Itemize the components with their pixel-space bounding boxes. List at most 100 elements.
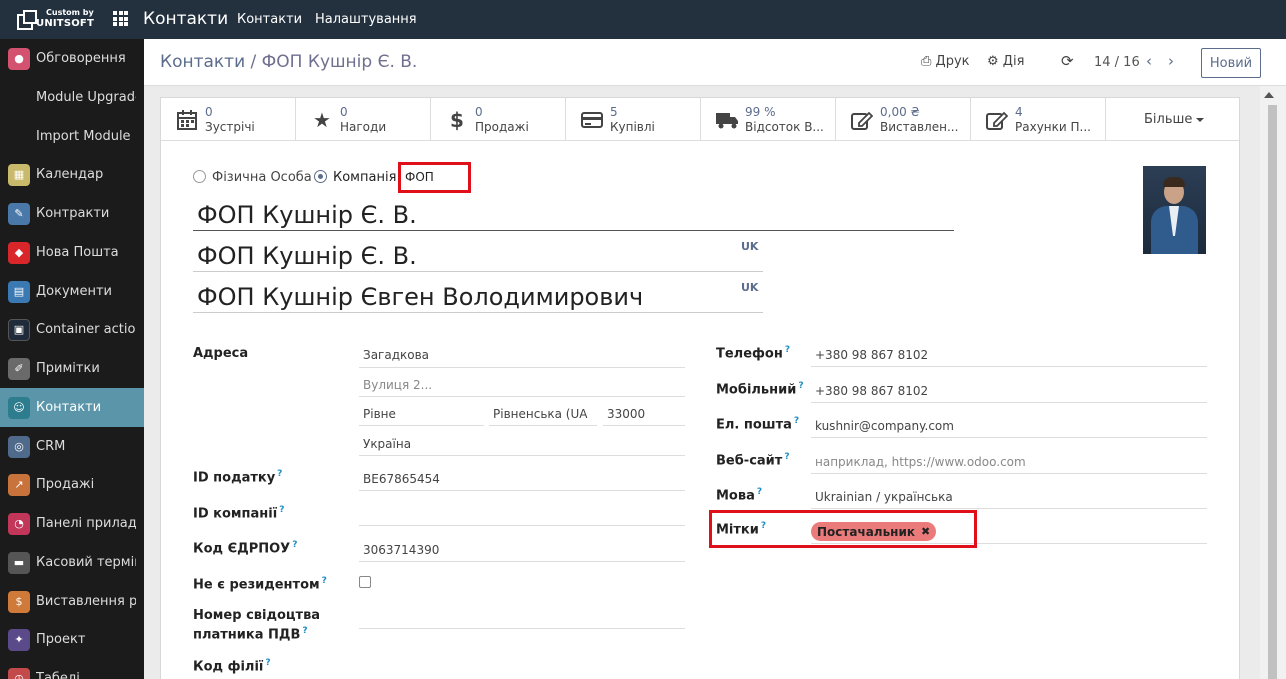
name-field[interactable]: ФОП Кушнір Є. В. xyxy=(197,201,417,229)
email-label-text: Ел. пошта xyxy=(716,417,792,433)
help-icon[interactable]: ? xyxy=(277,469,282,479)
radio-company[interactable] xyxy=(314,170,327,183)
help-icon[interactable]: ? xyxy=(302,626,307,636)
stat-button-purchases[interactable]: 5 Купівлі xyxy=(566,97,701,141)
stat-button-sales[interactable]: $ 0 Продажі xyxy=(431,97,566,141)
sidebar-item-container-actions[interactable]: ▣ Container actions xyxy=(0,310,144,349)
menu-contacts[interactable]: Контакти xyxy=(237,12,302,27)
sidebar-item-label: Проект xyxy=(36,632,86,647)
help-icon[interactable]: ? xyxy=(279,505,284,515)
highlight-box-tags xyxy=(709,510,977,548)
sidebar-item-discuss[interactable]: ● Обговорення xyxy=(0,39,144,78)
help-icon[interactable]: ? xyxy=(265,658,270,668)
sidebar-item-module-upgrade[interactable]: Module Upgrade xyxy=(0,78,144,117)
street-field[interactable]: Загадкова xyxy=(363,348,429,362)
company-id-field[interactable] xyxy=(359,525,685,526)
sidebar-item-notes[interactable]: ✐ Примітки xyxy=(0,349,144,388)
sidebar-item-invoicing[interactable]: $ Виставлення ра... xyxy=(0,582,144,621)
stat-button-invoiced[interactable]: 0,00 ₴ Виставлен... xyxy=(836,97,971,141)
timesheet-icon: ◷ xyxy=(8,667,30,679)
new-button[interactable]: Новий xyxy=(1201,48,1261,78)
nonresident-checkbox[interactable] xyxy=(359,576,371,588)
chevron-right-icon[interactable]: › xyxy=(1168,52,1174,70)
help-icon[interactable]: ? xyxy=(785,345,790,355)
vat-cert-field[interactable] xyxy=(359,628,685,629)
stat-value: 99 % xyxy=(745,105,776,119)
sidebar-item-project[interactable]: ✦ Проект xyxy=(0,620,144,659)
action-button[interactable]: ⚙ Дія xyxy=(987,54,1024,69)
sidebar-item-documents[interactable]: ▤ Документи xyxy=(0,272,144,311)
sidebar-item-nova-poshta[interactable]: ◆ Нова Пошта xyxy=(0,233,144,272)
help-icon[interactable]: ? xyxy=(322,576,327,586)
sidebar-item-label: Контакти xyxy=(36,400,102,415)
full-name-underline xyxy=(193,312,763,313)
stat-button-on-time-rate[interactable]: 99 % Відсоток В... xyxy=(701,97,836,141)
logo-text-top: Custom by xyxy=(46,8,94,17)
help-icon[interactable]: ? xyxy=(784,452,789,462)
zip-field[interactable]: 33000 xyxy=(607,407,645,421)
sidebar-item-calendar[interactable]: ▦ Календар xyxy=(0,155,144,194)
lang-badge-uk[interactable]: UK xyxy=(741,240,758,253)
tax-id-field[interactable]: BE67865454 xyxy=(363,472,440,486)
breadcrumb-root-link[interactable]: Контакти xyxy=(160,52,245,72)
sidebar-item-dashboards[interactable]: ◔ Панелі приладів xyxy=(0,504,144,543)
apps-grid-icon[interactable] xyxy=(113,11,128,26)
stat-value: 5 xyxy=(610,105,618,119)
pager-value[interactable]: 14 / 16 xyxy=(1094,55,1140,70)
stat-value: 0,00 ₴ xyxy=(880,105,920,119)
full-name-field[interactable]: ФОП Кушнір Євген Володимирович xyxy=(197,283,643,311)
stat-button-meetings[interactable]: 0 Зустрічі xyxy=(161,97,296,141)
language-select[interactable]: Ukrainian / українська xyxy=(815,490,953,504)
help-icon[interactable]: ? xyxy=(757,487,762,497)
sidebar-item-label: Контракти xyxy=(36,206,110,221)
sidebar-item-contacts[interactable]: ☺ Контакти xyxy=(0,388,144,427)
edrpou-field[interactable]: 3063714390 xyxy=(363,543,439,557)
sidebar-item-crm[interactable]: ◎ CRM xyxy=(0,427,144,466)
name-uk-underline xyxy=(193,271,763,272)
sidebar-item-label: Панелі приладів xyxy=(36,516,136,531)
vat-cert-label-text: платника ПДВ xyxy=(193,627,301,643)
country-underline xyxy=(359,455,685,456)
website-field[interactable]: наприклад, https://www.odoo.com xyxy=(815,455,1026,469)
mobile-field[interactable]: +380 98 867 8102 xyxy=(815,384,928,398)
help-icon[interactable]: ? xyxy=(798,381,803,391)
name-uk-field[interactable]: ФОП Кушнір Є. В. xyxy=(197,242,417,270)
stat-button-vendor-bills[interactable]: 4 Рахунки П... xyxy=(971,97,1106,141)
country-field[interactable]: Україна xyxy=(363,437,411,451)
unitsoft-logo[interactable]: Custom by UNITSOFT xyxy=(0,0,96,39)
state-field[interactable]: Рівненська (UA xyxy=(493,407,587,421)
scroll-up-arrow-icon[interactable] xyxy=(1264,92,1274,98)
sidebar-item-sales[interactable]: ↗ Продажі xyxy=(0,465,144,504)
help-icon[interactable]: ? xyxy=(794,416,799,426)
stat-more-dropdown[interactable]: Більше xyxy=(1144,112,1205,127)
pencil-square-icon xyxy=(985,109,1009,131)
help-icon[interactable]: ? xyxy=(292,540,297,550)
dollar-icon: $ xyxy=(450,108,464,132)
scrollbar-thumb[interactable] xyxy=(1268,105,1277,679)
radio-individual-label: Фізична Особа xyxy=(212,170,312,185)
reload-icon[interactable]: ⟳ xyxy=(1061,52,1074,70)
sidebar-item-timesheets[interactable]: ◷ Табелі xyxy=(0,659,144,679)
stat-button-opportunities[interactable]: ★ 0 Нагоди xyxy=(296,97,431,141)
sidebar-item-pos[interactable]: ▬ Касовий термін... xyxy=(0,543,144,582)
stat-label: Зустрічі xyxy=(205,120,255,134)
sidebar-item-import-module[interactable]: Import Module xyxy=(0,117,144,156)
print-button[interactable]: ⎙ Друк xyxy=(921,54,970,69)
notes-icon: ✐ xyxy=(8,357,30,380)
sidebar-item-contracts[interactable]: ✎ Контракти xyxy=(0,194,144,233)
branch-code-label-text: Код філії xyxy=(193,659,264,675)
sidebar-item-label: Продажі xyxy=(36,477,95,492)
lang-badge-uk[interactable]: UK xyxy=(741,281,758,294)
menu-settings[interactable]: Налаштування xyxy=(315,12,417,27)
zip-underline xyxy=(603,425,685,426)
email-field[interactable]: kushnir@company.com xyxy=(815,419,954,433)
radio-individual[interactable] xyxy=(193,170,206,183)
phone-field[interactable]: +380 98 867 8102 xyxy=(815,348,928,362)
chevron-left-icon[interactable]: ‹ xyxy=(1146,52,1152,70)
street2-field[interactable]: Вулиця 2... xyxy=(363,378,432,392)
stat-label: Купівлі xyxy=(610,120,655,134)
avatar[interactable] xyxy=(1143,166,1206,254)
stat-label: Продажі xyxy=(475,120,529,134)
city-field[interactable]: Рівне xyxy=(363,407,396,421)
container-icon: ▣ xyxy=(8,318,30,341)
